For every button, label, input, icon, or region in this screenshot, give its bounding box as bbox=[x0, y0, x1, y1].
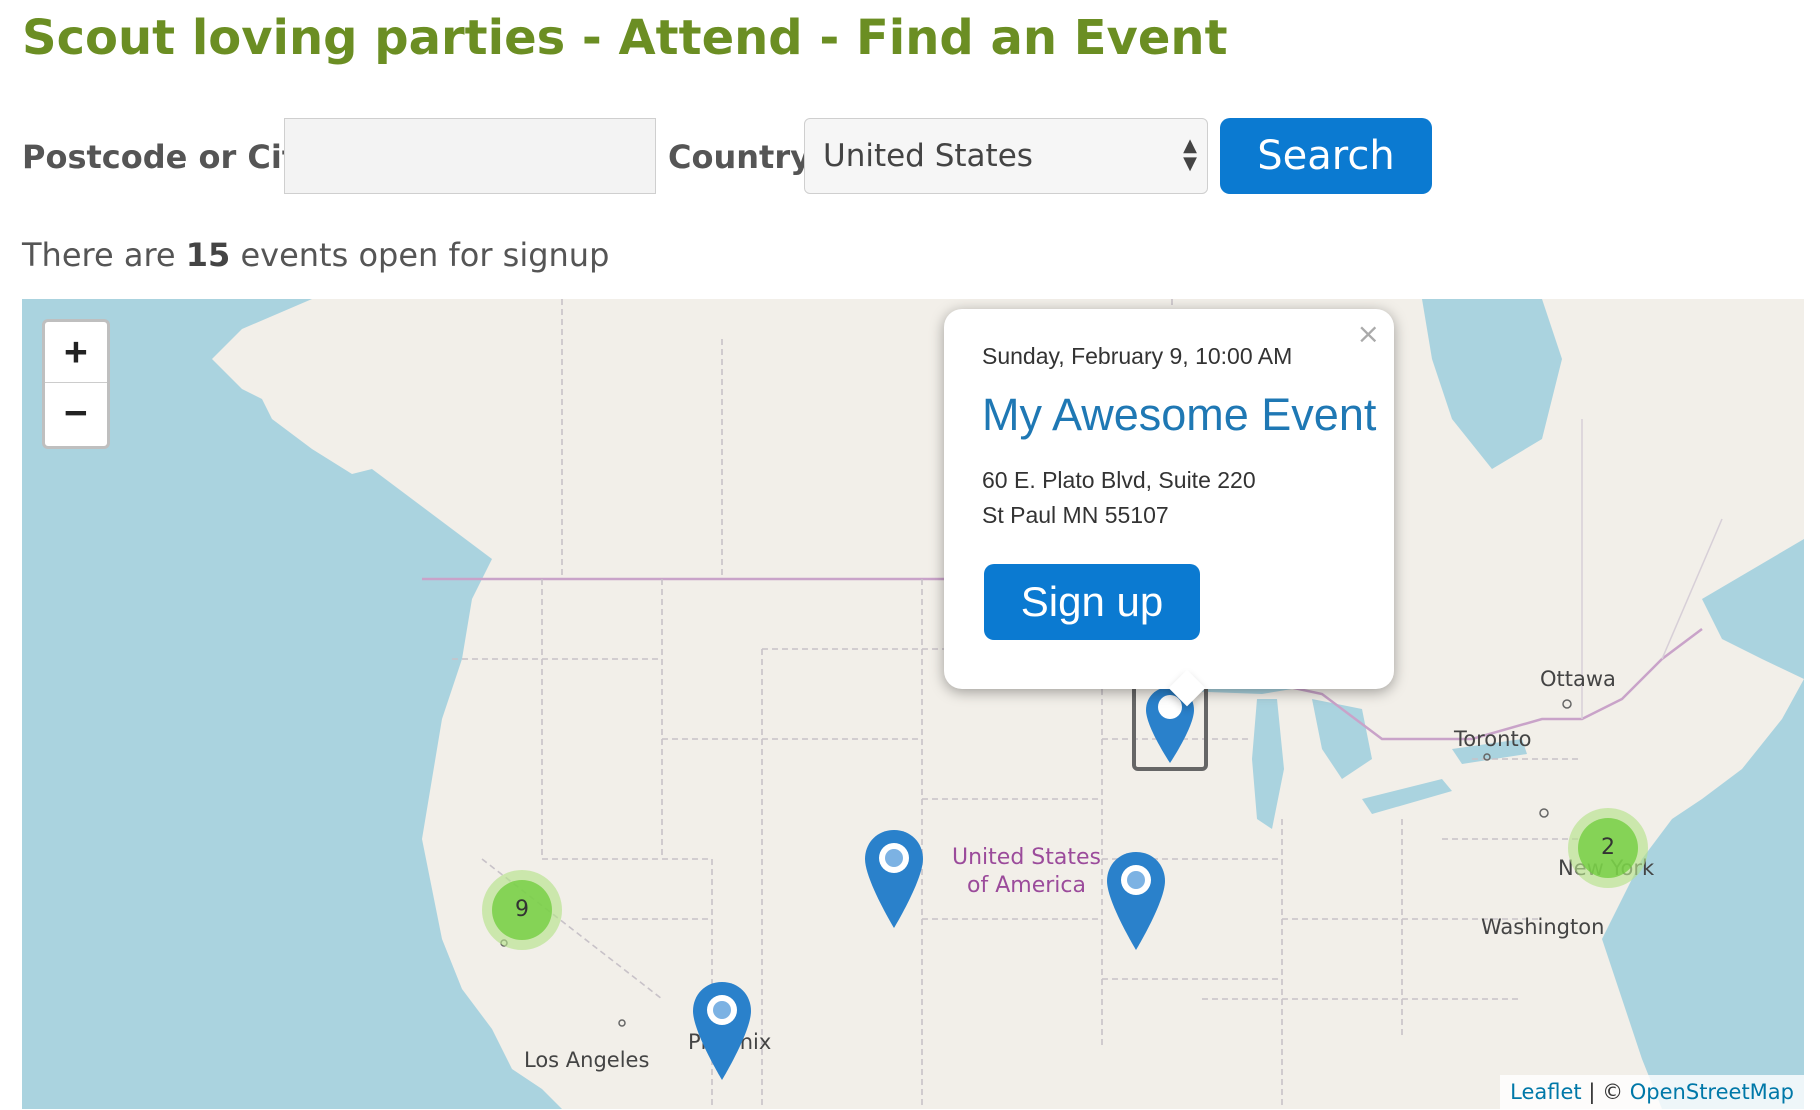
results-prefix: There are bbox=[22, 236, 176, 274]
select-arrows-icon: ▲ ▼ bbox=[1183, 135, 1197, 174]
search-form: Postcode or City: Country: United States… bbox=[22, 118, 1442, 196]
popup-close-icon[interactable]: × bbox=[1357, 317, 1380, 350]
country-label-line2: of America bbox=[967, 873, 1086, 898]
event-title-link[interactable]: My Awesome Event bbox=[982, 389, 1376, 441]
city-label-ottawa: Ottawa bbox=[1540, 667, 1616, 691]
event-map[interactable]: Ottawa Toronto New York Washington Los A… bbox=[22, 299, 1804, 1109]
openstreetmap-link[interactable]: OpenStreetMap bbox=[1630, 1080, 1794, 1104]
city-label-los-angeles: Los Angeles bbox=[524, 1048, 650, 1072]
city-label-toronto: Toronto bbox=[1454, 727, 1532, 751]
country-label: Country: bbox=[668, 138, 824, 176]
country-select[interactable]: United States ▲ ▼ bbox=[804, 118, 1208, 194]
country-map-label: United States of America bbox=[952, 844, 1101, 900]
country-selected-value: United States bbox=[823, 138, 1033, 174]
city-input[interactable] bbox=[284, 118, 656, 194]
cluster-east-count: 2 bbox=[1578, 818, 1638, 878]
event-address-line1: 60 E. Plato Blvd, Suite 220 bbox=[982, 467, 1256, 493]
cluster-east[interactable]: 2 bbox=[1568, 808, 1648, 888]
event-marker-icon[interactable] bbox=[1105, 850, 1167, 952]
page-title: Scout loving parties - Attend - Find an … bbox=[22, 10, 1228, 66]
map-tiles bbox=[212, 299, 1804, 1109]
event-marker-icon[interactable] bbox=[691, 980, 753, 1082]
event-date: Sunday, February 9, 10:00 AM bbox=[982, 343, 1293, 369]
map-attribution: Leaflet | © OpenStreetMap bbox=[1500, 1075, 1804, 1109]
cluster-west[interactable]: 9 bbox=[482, 870, 562, 950]
leaflet-link[interactable]: Leaflet bbox=[1510, 1080, 1582, 1104]
attribution-separator: | © bbox=[1581, 1080, 1630, 1104]
zoom-out-button[interactable]: − bbox=[45, 383, 107, 443]
cluster-west-count: 9 bbox=[492, 880, 552, 940]
search-button[interactable]: Search bbox=[1220, 118, 1432, 194]
results-suffix: events open for signup bbox=[240, 236, 610, 274]
country-label-line1: United States bbox=[952, 845, 1101, 870]
event-popup: × Sunday, February 9, 10:00 AM My Awesom… bbox=[944, 309, 1394, 689]
results-summary: There are 15 events open for signup bbox=[22, 236, 609, 274]
event-marker-icon[interactable] bbox=[863, 828, 925, 930]
city-label-washington: Washington bbox=[1481, 915, 1605, 939]
event-address-line2: St Paul MN 55107 bbox=[982, 502, 1169, 528]
sign-up-button[interactable]: Sign up bbox=[984, 564, 1200, 640]
zoom-in-button[interactable]: + bbox=[45, 322, 107, 383]
results-count: 15 bbox=[185, 236, 231, 274]
zoom-control: + − bbox=[42, 319, 110, 449]
